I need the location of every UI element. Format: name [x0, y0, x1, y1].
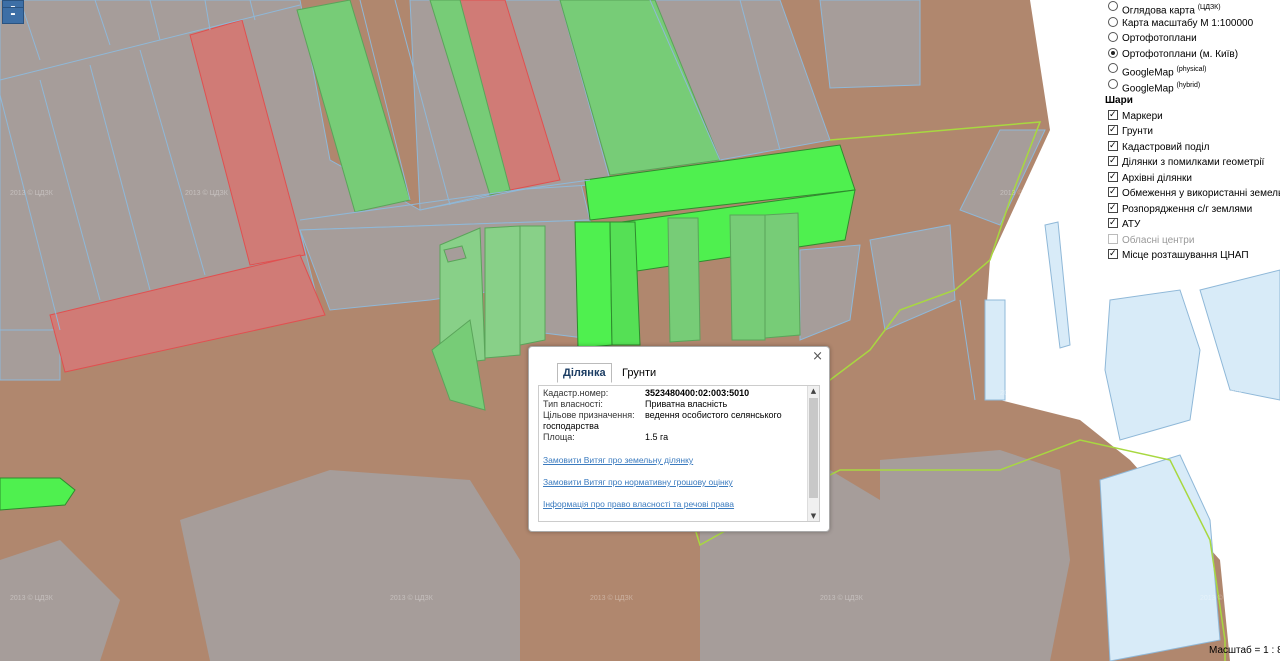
overlay-label: АТУ: [1122, 219, 1141, 230]
checkbox[interactable]: [1108, 170, 1118, 185]
overlay-label: Розпорядження с/г землями: [1122, 203, 1253, 215]
overlay-option[interactable]: Місце розташування ЦНАП: [1102, 247, 1280, 264]
overlay-option[interactable]: АТУ: [1102, 216, 1280, 233]
basemap-option[interactable]: GoogleMap (physical): [1102, 62, 1280, 78]
layer-switcher: Оглядова карта (ЦДЗК) Карта масштабу М 1:…: [1102, 0, 1280, 270]
overlay-label: Місце розташування ЦНАП: [1122, 250, 1249, 261]
checkbox[interactable]: [1108, 247, 1118, 262]
radio-button[interactable]: [1108, 16, 1118, 27]
overlay-label: Кадастровий поділ: [1122, 141, 1210, 153]
overlay-option[interactable]: Маркери: [1102, 108, 1280, 125]
ownership-rights-link[interactable]: Інформація про право власності та речові…: [539, 499, 819, 509]
map-watermark: 2013 © ЦДЗК: [1200, 390, 1243, 397]
layers-section-title: Шари: [1105, 95, 1133, 106]
basemap-option[interactable]: GoogleMap (hybrid): [1102, 78, 1280, 94]
overlay-label: Обмеження у використанні земель: [1122, 188, 1280, 199]
info-key: Тип власності:: [543, 399, 603, 409]
overlay-label: Ділянки з помилками геометрії: [1122, 157, 1265, 168]
checkbox[interactable]: [1108, 185, 1118, 200]
parcel-gray-south3: [880, 450, 1070, 661]
order-valuation-extract-link[interactable]: Замовити Витяг про нормативну грошову оц…: [539, 477, 819, 487]
scroll-up-icon[interactable]: ▲: [808, 386, 819, 396]
parcel-gray-top-right: [819, 0, 921, 89]
cadastral-number: 3523480400:02:003:5010: [645, 388, 750, 398]
overlay-option[interactable]: Обмеження у використанні земель: [1102, 185, 1280, 202]
parcel-green-8: [609, 221, 641, 346]
map-watermark: 2013 © ЦДЗК: [10, 595, 53, 602]
overlay-option[interactable]: Розпорядження с/г землями: [1102, 201, 1280, 218]
checkbox[interactable]: [1108, 216, 1118, 231]
radio-button[interactable]: [1108, 78, 1118, 89]
overlay-option: Обласні центри: [1102, 233, 1280, 249]
overlay-label: Обласні центри: [1122, 234, 1195, 246]
scale-indicator: Масштаб = 1 : 85: [1209, 645, 1280, 656]
basemap-option[interactable]: Ортофотоплани: [1102, 31, 1280, 47]
overlay-label: Грунти: [1122, 126, 1153, 137]
parcel-green-9: [667, 217, 701, 343]
basemap-option[interactable]: Оглядова карта (ЦДЗК): [1102, 0, 1280, 16]
map-watermark: 2013 © ЦДЗК: [590, 595, 633, 602]
info-key: Площа:: [543, 432, 575, 442]
scroll-down-icon[interactable]: ▼: [808, 511, 819, 521]
map-watermark: 2013 © ЦДЗК: [390, 595, 433, 602]
ownership-type: Приватна власність: [645, 399, 728, 409]
radio-button[interactable]: [1108, 47, 1118, 58]
popup-scrollbar[interactable]: ▲ ▼: [807, 386, 819, 521]
parcel-green-10: [729, 214, 766, 341]
parcel-green-5: [484, 225, 521, 359]
checkbox[interactable]: [1108, 123, 1118, 138]
overlay-option[interactable]: Ділянки з помилками геометрії: [1102, 154, 1280, 171]
checkbox[interactable]: [1108, 108, 1118, 123]
info-cadastral-row: Кадастр.номер: 3523480400:02:003:5010: [539, 388, 819, 399]
map-canvas[interactable]: [0, 0, 1280, 661]
radio-button[interactable]: [1108, 63, 1118, 73]
water-body-1: [1104, 289, 1201, 441]
checkbox: [1108, 233, 1118, 244]
overlay-label: Архівні ділянки: [1122, 172, 1192, 184]
close-icon[interactable]: ×: [812, 349, 823, 364]
map-watermark: 2013 © ЦДЗК: [185, 190, 228, 197]
overlay-option[interactable]: Кадастровий поділ: [1102, 139, 1280, 156]
checkbox[interactable]: [1108, 201, 1118, 216]
basemap-label: Ортофотоплани (м. Київ): [1122, 48, 1239, 60]
parcel-gray-left-mid: [0, 329, 61, 381]
overlay-label: Маркери: [1122, 110, 1163, 122]
parcel-green-7: [574, 221, 613, 349]
map-watermark: 2013 © ЦДЗК: [1000, 190, 1043, 197]
parcel-info-popup: × Ділянка Грунти Кадастр.номер: 352348040…: [528, 346, 830, 532]
popup-tabs: Ділянка Грунти: [557, 363, 662, 383]
radio-button[interactable]: [1108, 1, 1118, 11]
area-value: 1.5 га: [645, 432, 669, 442]
map-watermark: 2013 © ЦДЗК: [10, 190, 53, 197]
basemap-option[interactable]: Ортофотоплани (м. Київ): [1102, 47, 1280, 63]
radio-button[interactable]: [1108, 32, 1118, 42]
map-watermark: 2013 © ЦДЗК: [1000, 390, 1043, 397]
basemap-label: Ортофотоплани: [1122, 33, 1197, 44]
map-watermark: 2013 © ЦДЗК: [820, 595, 863, 602]
info-purpose-row: Цільове призначення: ведення особистого с…: [539, 410, 819, 421]
parcel-green-west: [0, 477, 76, 511]
info-key: Цільове призначення:: [543, 410, 635, 420]
info-ownership-row: Тип власності: Приватна власність: [539, 399, 819, 410]
parcel-green-11: [764, 212, 801, 339]
tab-soils[interactable]: Грунти: [617, 364, 661, 382]
parcel-details: Кадастр.номер: 3523480400:02:003:5010 Тип…: [538, 385, 820, 522]
zoom-out-button-2[interactable]: -: [2, 7, 24, 24]
overlay-option[interactable]: Грунти: [1102, 123, 1280, 140]
map-watermark: 2013 © ЦДЗК: [1200, 595, 1243, 602]
info-area-row: Площа: 1.5 га: [539, 432, 819, 443]
order-land-extract-link[interactable]: Замовити Витяг про земельну ділянку: [539, 455, 819, 465]
tab-parcel[interactable]: Ділянка: [557, 363, 612, 383]
overlay-option[interactable]: Архівні ділянки: [1102, 170, 1280, 187]
checkbox[interactable]: [1108, 139, 1118, 154]
basemap-label: Карта масштабу М 1:100000: [1122, 17, 1254, 29]
info-key: Кадастр.номер:: [543, 388, 609, 398]
scroll-thumb[interactable]: [809, 398, 818, 498]
purpose-value: ведення особистого селянського: [645, 410, 782, 420]
water-strip-2: [984, 299, 1006, 401]
purpose-continuation: господарства: [543, 421, 599, 431]
basemap-option[interactable]: Карта масштабу М 1:100000: [1102, 16, 1280, 32]
checkbox[interactable]: [1108, 154, 1118, 169]
